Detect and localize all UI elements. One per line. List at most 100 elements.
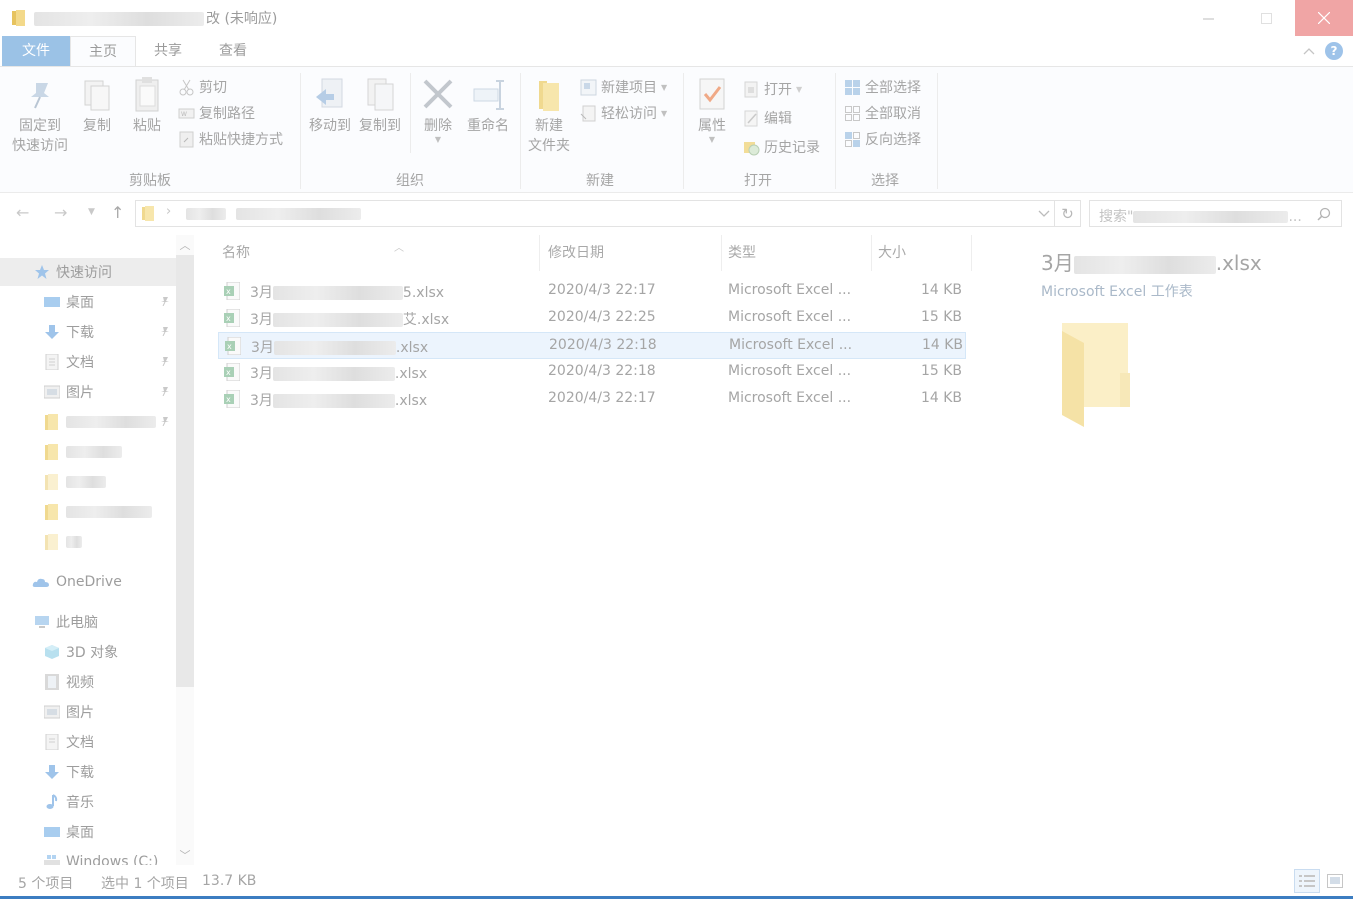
pin-icon[interactable] xyxy=(160,356,170,366)
select-all-button[interactable]: 全部选择 xyxy=(844,76,921,98)
nav-pinned-folder[interactable] xyxy=(0,468,176,496)
file-row[interactable]: x 3月 .xlsx 2020/4/3 22:18 Microsoft Excel… xyxy=(218,359,966,386)
nav-pictures-pc[interactable]: 图片 xyxy=(0,698,176,726)
tab-view[interactable]: 查看 xyxy=(202,36,264,66)
ribbon-collapse-icon[interactable] xyxy=(1303,47,1315,55)
nav-3d-objects[interactable]: 3D 对象 xyxy=(0,638,176,666)
breadcrumb-chevron-icon[interactable]: › xyxy=(166,204,171,219)
tab-share[interactable]: 共享 xyxy=(137,36,199,66)
column-header-date[interactable]: 修改日期 xyxy=(542,235,722,271)
nav-videos[interactable]: 视频 xyxy=(0,668,176,696)
file-date: 2020/4/3 22:25 xyxy=(548,309,656,325)
copy-path-label: 复制路径 xyxy=(199,106,255,122)
cube-icon xyxy=(45,645,59,659)
scroll-up-icon[interactable]: ︿ xyxy=(176,237,194,253)
column-header-name[interactable]: 名称 ︿ xyxy=(216,235,540,271)
refresh-button[interactable]: ↻ xyxy=(1055,200,1081,227)
address-bar[interactable]: › xyxy=(135,200,1055,227)
paste-button[interactable]: 粘贴 xyxy=(124,75,170,136)
file-row[interactable]: x 3月 艾.xlsx 2020/4/3 22:25 Microsoft Exce… xyxy=(218,305,966,332)
recent-locations-chevron-icon[interactable]: ▼ xyxy=(88,207,95,217)
nav-desktop-pc[interactable]: 桌面 xyxy=(0,818,176,846)
properties-button[interactable]: 属性 ▼ xyxy=(690,75,734,144)
history-button[interactable]: 历史记录 xyxy=(743,136,820,158)
pin-icon[interactable] xyxy=(160,296,170,306)
open-dropdown-icon[interactable]: ▼ xyxy=(796,85,802,94)
invert-selection-button[interactable]: 反向选择 xyxy=(844,128,921,150)
cut-button[interactable]: 剪切 xyxy=(178,76,227,98)
invert-selection-icon xyxy=(845,131,860,147)
easy-access-button[interactable]: 轻松访问 ▼ xyxy=(580,102,667,124)
move-to-button[interactable]: 移动到 xyxy=(306,75,354,136)
forward-arrow-icon[interactable]: → xyxy=(54,203,67,222)
new-folder-button[interactable]: 新建 文件夹 xyxy=(524,75,574,156)
nav-quick-access[interactable]: 快速访问 xyxy=(0,258,176,286)
pin-icon[interactable] xyxy=(160,326,170,336)
nav-downloads-pc[interactable]: 下载 xyxy=(0,758,176,786)
pin-quick-access-button[interactable]: 固定到 快速访问 xyxy=(8,75,72,156)
large-icons-view-button[interactable] xyxy=(1322,869,1348,893)
nav-pinned-folder[interactable] xyxy=(0,498,176,526)
file-row[interactable]: x 3月 .xlsx 2020/4/3 22:17 Microsoft Excel… xyxy=(218,386,966,413)
easy-access-dropdown-icon[interactable]: ▼ xyxy=(661,109,667,118)
help-icon[interactable]: ? xyxy=(1325,42,1343,60)
breadcrumb-segment[interactable] xyxy=(236,208,361,220)
select-none-button[interactable]: 全部取消 xyxy=(844,102,921,124)
desktop-icon xyxy=(44,827,60,837)
copy-path-button[interactable]: W 复制路径 xyxy=(178,102,255,124)
copy-button[interactable]: 复制 xyxy=(76,75,118,136)
nav-pinned-folder[interactable] xyxy=(0,408,176,436)
address-dropdown-icon[interactable] xyxy=(1038,210,1050,218)
minimize-button[interactable] xyxy=(1179,0,1237,36)
nav-music[interactable]: 音乐 xyxy=(0,788,176,816)
search-input[interactable]: 搜索"... xyxy=(1089,200,1342,227)
open-icon xyxy=(744,81,758,97)
close-button[interactable] xyxy=(1295,0,1353,36)
pin-icon[interactable] xyxy=(160,416,170,426)
breadcrumb-segment[interactable] xyxy=(186,208,226,220)
move-to-label: 移动到 xyxy=(309,118,351,134)
ribbon-tabs: 文件 主页 共享 查看 ? xyxy=(0,36,1353,66)
nav-pictures[interactable]: 图片 xyxy=(0,378,176,406)
details-view-button[interactable] xyxy=(1294,869,1320,893)
file-row[interactable]: x 3月 5.xlsx 2020/4/3 22:17 Microsoft Exce… xyxy=(218,278,966,305)
picture-icon xyxy=(44,385,60,399)
nav-pinned-folder[interactable] xyxy=(0,528,176,556)
tab-home[interactable]: 主页 xyxy=(70,36,136,66)
file-type: Microsoft Excel ... xyxy=(728,390,852,406)
file-row-selected[interactable]: x 3月 .xlsx 2020/4/3 22:18 Microsoft Excel… xyxy=(218,332,966,359)
nav-windows-c[interactable]: Windows (C:) xyxy=(0,848,176,865)
copy-to-button[interactable]: 复制到 xyxy=(356,75,404,136)
column-header-type[interactable]: 类型 xyxy=(722,235,872,271)
nav-desktop[interactable]: 桌面 xyxy=(0,288,176,316)
nav-documents[interactable]: 文档 xyxy=(0,348,176,376)
pin-icon[interactable] xyxy=(160,386,170,396)
delete-dropdown-icon[interactable]: ▼ xyxy=(416,136,460,144)
selected-size: 13.7 KB xyxy=(202,873,257,889)
search-icon[interactable] xyxy=(1317,207,1331,221)
file-size: 15 KB xyxy=(920,363,962,379)
file-date: 2020/4/3 22:18 xyxy=(549,337,657,353)
rename-button[interactable]: 重命名 xyxy=(463,75,513,136)
edit-button[interactable]: 编辑 xyxy=(743,107,792,129)
new-item-button[interactable]: 新建项目 ▼ xyxy=(580,76,667,98)
nav-this-pc[interactable]: 此电脑 xyxy=(0,608,176,636)
up-arrow-icon[interactable]: ↑ xyxy=(111,203,124,222)
nav-onedrive[interactable]: OneDrive xyxy=(0,568,176,596)
nav-documents-pc[interactable]: 文档 xyxy=(0,728,176,756)
scroll-down-icon[interactable]: ﹀ xyxy=(176,847,194,863)
clipboard-group-label: 剪贴板 xyxy=(129,173,171,189)
maximize-button[interactable] xyxy=(1237,0,1295,36)
delete-button[interactable]: 删除 ▼ xyxy=(416,75,460,144)
properties-dropdown-icon[interactable]: ▼ xyxy=(690,136,734,144)
column-header-size[interactable]: 大小 xyxy=(872,235,972,271)
open-button[interactable]: 打开 ▼ xyxy=(743,78,802,100)
new-item-dropdown-icon[interactable]: ▼ xyxy=(661,83,667,92)
excel-file-icon: x xyxy=(225,337,241,355)
back-arrow-icon[interactable]: ← xyxy=(16,203,29,222)
nav-downloads[interactable]: 下载 xyxy=(0,318,176,346)
nav-scrollbar-thumb[interactable] xyxy=(176,255,194,687)
tab-file[interactable]: 文件 xyxy=(2,36,70,66)
paste-shortcut-button[interactable]: 粘贴快捷方式 xyxy=(178,128,283,150)
nav-pinned-folder[interactable] xyxy=(0,438,176,466)
